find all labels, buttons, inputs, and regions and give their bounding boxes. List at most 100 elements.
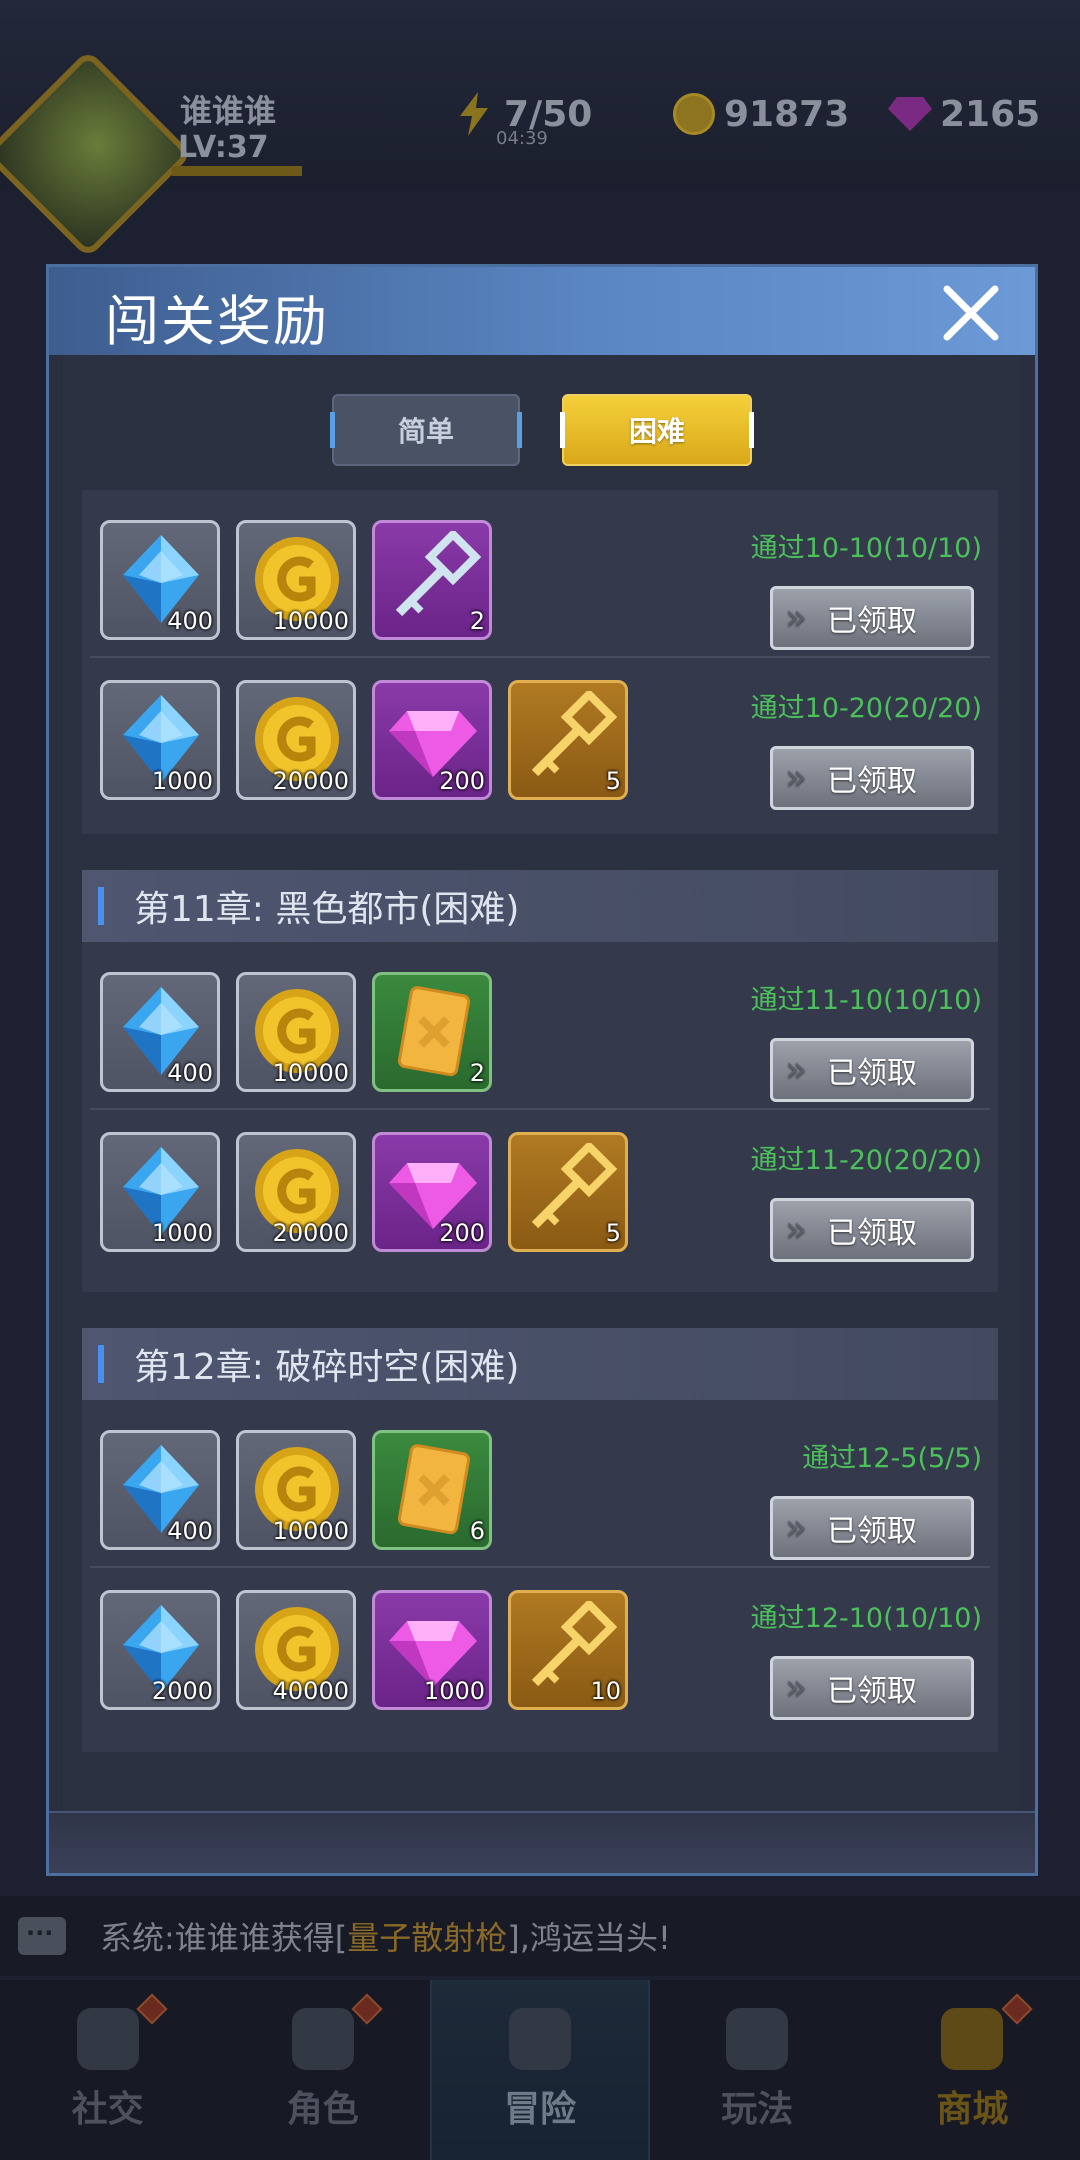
bottom-nav: 社交 角色 冒险 玩法 商城 [0, 1980, 1080, 2160]
chapter-accent [98, 887, 104, 925]
tab-hard[interactable]: 困难 [560, 394, 754, 466]
reward-item[interactable]: 1000 [372, 1590, 492, 1710]
reward-item[interactable]: 6 [372, 1430, 492, 1550]
card-icon [385, 1441, 481, 1537]
nav-gameplay[interactable]: 玩法 [650, 1980, 865, 2160]
claimed-button[interactable]: 已领取 [770, 586, 974, 650]
reward-item[interactable]: 400 [100, 520, 220, 640]
gamepad-icon [726, 2008, 789, 2070]
stage-requirement: 通过10-10(10/10) [750, 533, 982, 564]
chapter-title: 第12章: 破碎时空(困难) [134, 1347, 520, 1388]
cart-icon [941, 2008, 1004, 2070]
silver-key-icon [385, 528, 482, 627]
card-icon [385, 983, 481, 1079]
nav-character[interactable]: 角色 [215, 1980, 430, 2160]
close-icon[interactable] [939, 281, 1003, 345]
item-quantity: 1000 [151, 767, 213, 795]
level-progress-bar [172, 166, 302, 176]
claimed-button[interactable]: 已领取 [770, 746, 974, 810]
reward-item[interactable]: 5 [508, 1132, 628, 1252]
nav-label: 商城 [936, 2089, 1009, 2130]
item-quantity: 20000 [272, 1219, 349, 1247]
gold-coin-icon [672, 92, 716, 136]
reward-item[interactable]: 200 [372, 1132, 492, 1252]
reward-item[interactable]: 2 [372, 972, 492, 1092]
reward-item[interactable]: 10000 [236, 520, 356, 640]
dialog-footer [49, 1811, 1035, 1873]
chat-bar[interactable]: 系统:谁谁谁获得[量子散射枪],鸿运当头! [0, 1896, 1080, 1976]
item-quantity: 200 [439, 1219, 485, 1247]
notification-dot [1001, 1993, 1033, 2025]
stage-requirement: 通过11-10(10/10) [750, 985, 982, 1016]
reward-item[interactable]: 200 [372, 680, 492, 800]
gold-counter[interactable]: 91873 [672, 92, 849, 136]
item-quantity: 2 [469, 607, 485, 635]
gem-value: 2165 [940, 93, 1041, 135]
chapter-header: 第12章: 破碎时空(困难) [82, 1328, 998, 1400]
chapter-header: 第11章: 黑色都市(困难) [82, 870, 998, 942]
nav-label: 角色 [286, 2089, 359, 2130]
reward-item[interactable]: 20000 [236, 680, 356, 800]
dialog-title: 闯关奖励 [105, 290, 329, 353]
chapter-accent [98, 1345, 104, 1383]
map-pin-icon [509, 2008, 571, 2070]
item-quantity: 400 [167, 1059, 213, 1087]
nav-shop[interactable]: 商城 [865, 1980, 1080, 2160]
item-quantity: 10000 [272, 1059, 349, 1087]
item-quantity: 5 [605, 767, 621, 795]
nav-adventure[interactable]: 冒险 [430, 1980, 650, 2160]
reward-item[interactable]: 10 [508, 1590, 628, 1710]
claimed-button[interactable]: 已领取 [770, 1038, 974, 1102]
chat-bubble-icon[interactable] [18, 1917, 66, 1955]
item-quantity: 400 [167, 1517, 213, 1545]
reward-item[interactable]: 1000 [100, 680, 220, 800]
nav-label: 玩法 [721, 2089, 794, 2130]
reward-item[interactable]: 1000 [100, 1132, 220, 1252]
claimed-button[interactable]: 已领取 [770, 1198, 974, 1262]
item-quantity: 40000 [272, 1677, 349, 1705]
reward-item[interactable]: 2000 [100, 1590, 220, 1710]
stage-requirement: 通过12-10(10/10) [750, 1603, 982, 1634]
nav-social[interactable]: 社交 [0, 1980, 215, 2160]
item-quantity: 200 [439, 767, 485, 795]
reward-item[interactable]: 20000 [236, 1132, 356, 1252]
reward-row: 1000 20000 200 5 通过11-20(20/20) 已领取 [82, 1110, 998, 1270]
energy-timer: 04:39 [496, 128, 548, 149]
stage-requirement: 通过11-20(20/20) [750, 1145, 982, 1176]
notification-dot [136, 1993, 168, 2025]
item-quantity: 2 [469, 1059, 485, 1087]
claimed-button[interactable]: 已领取 [770, 1656, 974, 1720]
reward-row: 400 10000 6 通过12-5(5/5) 已领取 [82, 1408, 998, 1568]
item-quantity: 6 [469, 1517, 485, 1545]
reward-row: 400 10000 2 通过11-10(10/10) 已领取 [82, 950, 998, 1110]
gem-counter[interactable]: 2165 [888, 92, 1040, 136]
chapter-title: 第11章: 黑色都市(困难) [134, 889, 520, 930]
reward-row: 400 10000 2 通过10-10(10/10) 已领取 [82, 498, 998, 658]
item-quantity: 2000 [151, 1677, 213, 1705]
item-quantity: 1000 [151, 1219, 213, 1247]
gold-key-icon [521, 1140, 618, 1239]
tab-easy[interactable]: 简单 [330, 394, 522, 466]
item-quantity: 5 [605, 1219, 621, 1247]
item-quantity: 10000 [272, 607, 349, 635]
stage-requirement: 通过12-5(5/5) [802, 1443, 982, 1474]
item-quantity: 10000 [272, 1517, 349, 1545]
item-quantity: 20000 [272, 767, 349, 795]
chat-message: 系统:谁谁谁获得[量子散射枪],鸿运当头! [100, 1919, 671, 1957]
reward-item[interactable]: 40000 [236, 1590, 356, 1710]
player-level: LV:37 [178, 130, 269, 165]
reward-item[interactable]: 10000 [236, 1430, 356, 1550]
reward-item[interactable]: 10000 [236, 972, 356, 1092]
dialog-header: 闯关奖励 [49, 267, 1035, 355]
reward-item[interactable]: 400 [100, 1430, 220, 1550]
item-quantity: 10 [590, 1677, 621, 1705]
reward-item[interactable]: 400 [100, 972, 220, 1092]
notification-dot [351, 1993, 383, 2025]
reward-item[interactable]: 5 [508, 680, 628, 800]
reward-item[interactable]: 2 [372, 520, 492, 640]
claimed-button[interactable]: 已领取 [770, 1496, 974, 1560]
gold-key-icon [521, 688, 618, 787]
social-icon [76, 2008, 139, 2070]
item-quantity: 1000 [423, 1677, 485, 1705]
chat-item-name: 量子散射枪 [347, 1919, 508, 1957]
